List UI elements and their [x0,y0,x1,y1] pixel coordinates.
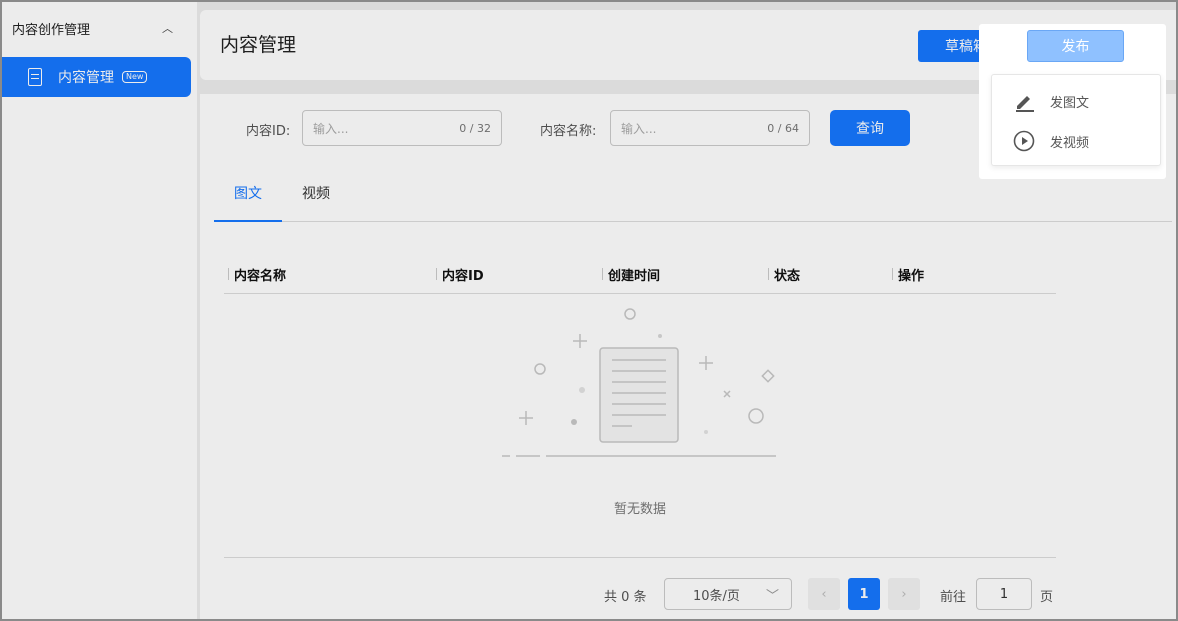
pencil-icon [1012,89,1036,113]
menu-item-post-video[interactable]: 发视频 [992,121,1160,161]
publish-popup: 发布 发图文 发视频 [979,24,1166,179]
play-circle-icon [1012,129,1036,153]
publish-dropdown-menu: 发图文 发视频 [991,74,1161,166]
menu-item-post-image-text[interactable]: 发图文 [992,81,1160,121]
menu-item-label: 发图文 [1050,95,1090,111]
app-window: 内容创作管理 ︿ 内容管理 New 内容管理 草稿箱 内容ID: 输入... 0… [0,0,1178,621]
publish-button[interactable]: 发布 [1027,30,1124,62]
menu-item-label: 发视频 [1050,135,1090,151]
